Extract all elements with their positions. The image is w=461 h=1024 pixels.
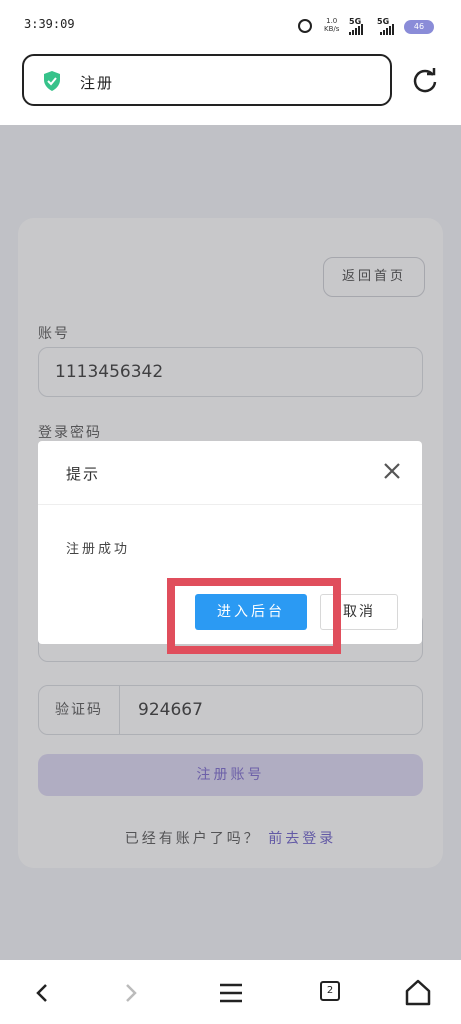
signal-bars-icon-2	[380, 24, 394, 35]
dialog-title: 提示	[66, 465, 101, 483]
status-time: 3:39:09	[24, 17, 75, 31]
battery-indicator: 46	[404, 20, 434, 34]
network-speed: 1.0 KB/s	[324, 17, 339, 33]
menu-icon[interactable]	[214, 976, 248, 1010]
dialog-divider	[38, 504, 422, 505]
close-icon[interactable]	[382, 461, 402, 481]
back-icon[interactable]	[26, 976, 60, 1010]
status-bar: 3:39:09 1.0 KB/s 5G 5G 46	[0, 0, 461, 50]
signal-bars-icon	[349, 24, 363, 35]
tabs-icon[interactable]: 2	[320, 981, 340, 1001]
highlight-box	[167, 578, 341, 654]
alarm-icon	[298, 19, 312, 33]
network-speed-value: 1.0	[326, 17, 338, 25]
page-title: 注册	[80, 74, 115, 92]
reload-icon[interactable]	[410, 66, 440, 96]
bottom-nav	[0, 960, 461, 1024]
address-bar[interactable]: 注册	[22, 54, 392, 106]
home-icon[interactable]	[401, 976, 435, 1010]
network-speed-unit: KB/s	[324, 25, 340, 33]
dialog-message: 注册成功	[66, 542, 131, 557]
forward-icon[interactable]	[113, 976, 147, 1010]
shield-check-icon	[44, 71, 60, 91]
